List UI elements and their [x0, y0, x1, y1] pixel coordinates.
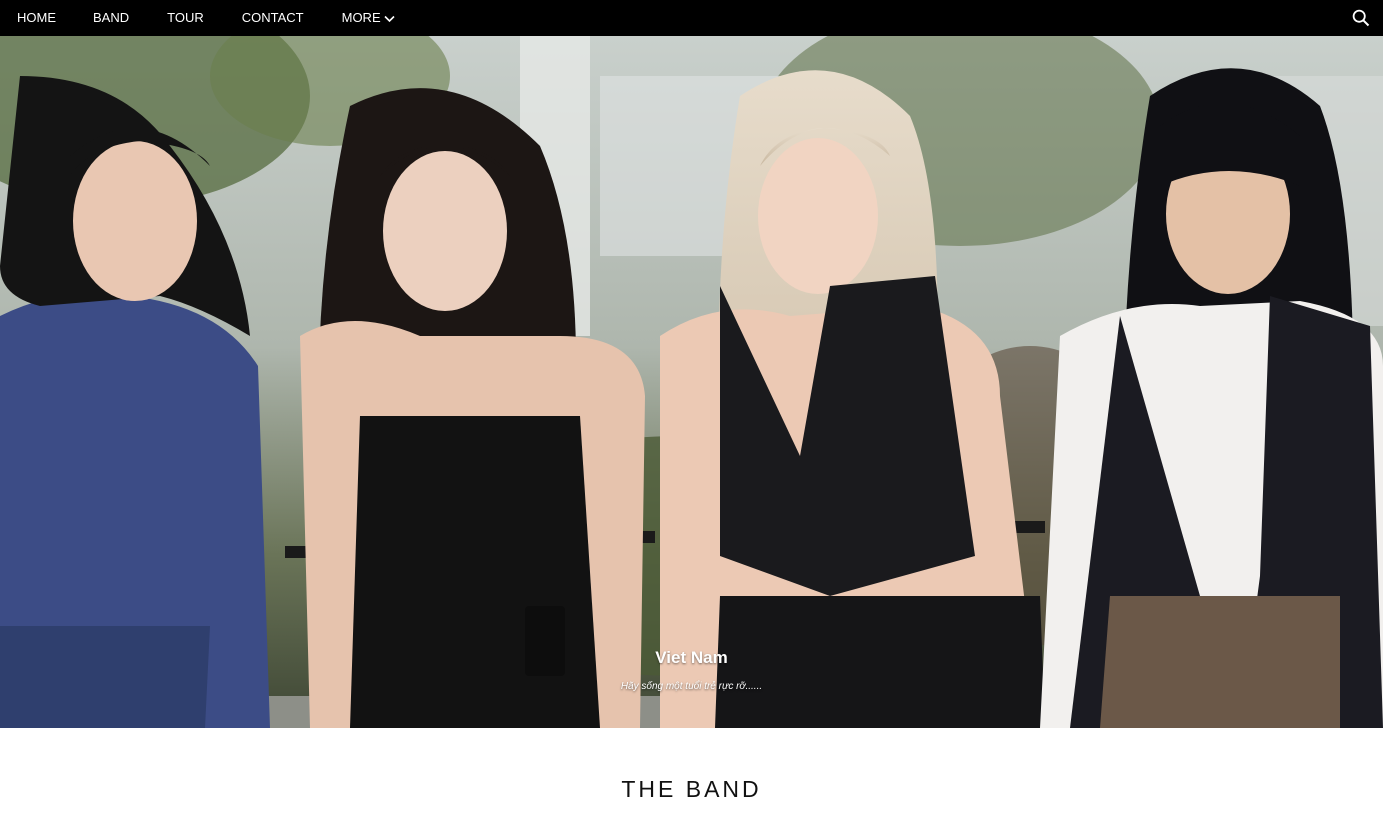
hero-title: Viet Nam: [655, 648, 728, 667]
nav-contact-link[interactable]: CONTACT: [223, 0, 323, 36]
hero-slide: Viet Nam Hãy sống một tuổi trẻ rực rỡ...…: [0, 36, 1383, 728]
nav-more-dropdown[interactable]: MORE: [323, 0, 414, 36]
search-icon: [1352, 9, 1370, 27]
hero-subtitle: Hãy sống một tuổi trẻ rực rỡ......: [620, 681, 763, 692]
band-section-title: THE BAND: [621, 776, 762, 802]
top-navbar: HOME BAND TOUR CONTACT MORE: [0, 0, 1383, 36]
search-button[interactable]: [1352, 9, 1370, 27]
nav-more-label: MORE: [341, 10, 381, 25]
band-photo: [0, 36, 1383, 728]
nav-home-link[interactable]: HOME: [0, 0, 74, 36]
chevron-down-icon: [384, 15, 395, 22]
nav-band-link[interactable]: BAND: [74, 0, 148, 36]
nav-tour-link[interactable]: TOUR: [148, 0, 223, 36]
